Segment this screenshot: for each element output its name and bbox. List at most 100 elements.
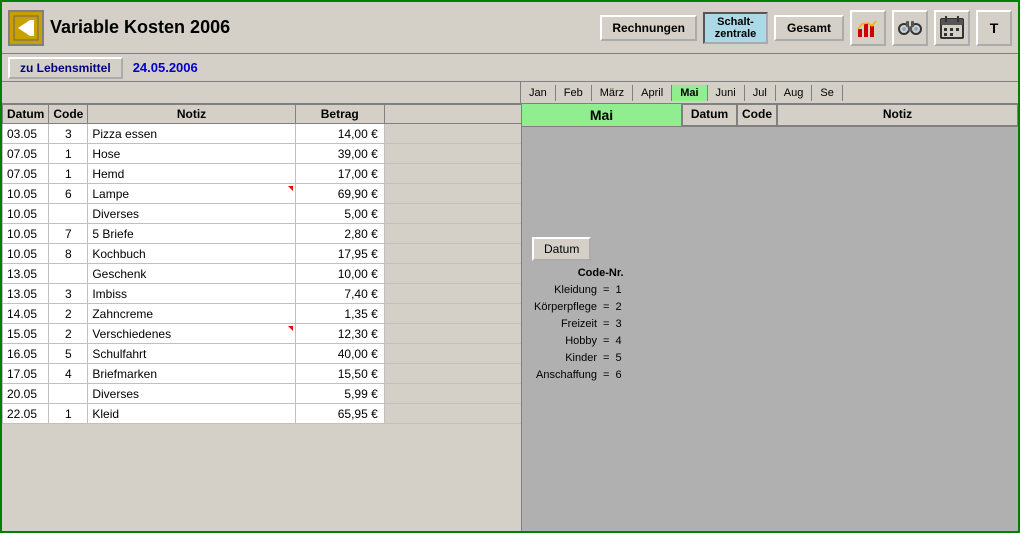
cell-code: 6 <box>49 184 88 204</box>
tab-maerz[interactable]: März <box>592 85 633 101</box>
datum-button[interactable]: Datum <box>532 237 591 261</box>
cell-notiz: Kleid <box>88 404 295 424</box>
cell-code <box>49 384 88 404</box>
current-date: 24.05.2006 <box>133 60 198 75</box>
list-item: Körperpflege=2 <box>532 298 624 315</box>
table-row[interactable]: 10.056Lampe69,90 € <box>3 184 522 204</box>
list-item: Kleidung=1 <box>532 281 624 298</box>
table-row[interactable]: 14.052Zahncreme1,35 € <box>3 304 522 324</box>
table-row[interactable]: 17.054Briefmarken15,50 € <box>3 364 522 384</box>
cell-notiz: Pizza essen <box>88 124 295 144</box>
code-label: Freizeit <box>532 315 599 332</box>
cell-code: 7 <box>49 224 88 244</box>
calendar-icon-button[interactable] <box>934 10 970 46</box>
code-legend: Code-Nr. Kleidung=1Körperpflege=2Freizei… <box>532 267 624 383</box>
cell-empty <box>384 364 521 384</box>
cell-notiz: Diverses <box>88 384 295 404</box>
cell-betrag: 5,00 € <box>295 204 384 224</box>
tab-jan[interactable]: Jan <box>521 85 556 101</box>
cell-betrag: 2,80 € <box>295 224 384 244</box>
table-row[interactable]: 16.055Schulfahrt40,00 € <box>3 344 522 364</box>
code-title: Code-Nr. <box>532 267 624 279</box>
table-row[interactable]: 10.0575 Briefe2,80 € <box>3 224 522 244</box>
cell-code <box>49 204 88 224</box>
cell-datum: 20.05 <box>3 384 49 404</box>
cell-betrag: 15,50 € <box>295 364 384 384</box>
cell-empty <box>384 384 521 404</box>
tab-feb[interactable]: Feb <box>556 85 592 101</box>
cell-code: 1 <box>49 164 88 184</box>
header-betrag: Betrag <box>295 105 384 124</box>
cell-code: 5 <box>49 344 88 364</box>
right-header-notiz: Notiz <box>777 104 1018 126</box>
cell-datum: 22.05 <box>3 404 49 424</box>
table-row[interactable]: 13.053Imbiss7,40 € <box>3 284 522 304</box>
cell-empty <box>384 404 521 424</box>
tab-se[interactable]: Se <box>812 85 842 101</box>
table-row[interactable]: 07.051Hemd17,00 € <box>3 164 522 184</box>
cell-empty <box>384 284 521 304</box>
cell-betrag: 5,99 € <box>295 384 384 404</box>
mai-label: Mai <box>522 104 682 126</box>
list-item: Anschaffung=6 <box>532 366 624 383</box>
tab-april[interactable]: April <box>633 85 672 101</box>
cell-code <box>49 264 88 284</box>
code-num: 3 <box>613 315 623 332</box>
tab-jul[interactable]: Jul <box>745 85 776 101</box>
code-eq: = <box>599 332 613 349</box>
table-row[interactable]: 10.05Diverses5,00 € <box>3 204 522 224</box>
main-content: Datum Code Notiz Betrag 03.053Pizza esse… <box>2 104 1018 531</box>
tab-aug[interactable]: Aug <box>776 85 813 101</box>
cell-empty <box>384 184 521 204</box>
right-panel: Mai Datum Code Notiz Datum Code-Nr. Klei… <box>522 104 1018 531</box>
cell-betrag: 10,00 € <box>295 264 384 284</box>
cell-betrag: 17,00 € <box>295 164 384 184</box>
code-num: 4 <box>613 332 623 349</box>
nav-lebensmittel-button[interactable]: zu Lebensmittel <box>8 57 123 79</box>
cell-notiz: Hose <box>88 144 295 164</box>
list-item: Hobby=4 <box>532 332 624 349</box>
cell-datum: 15.05 <box>3 324 49 344</box>
cell-datum: 13.05 <box>3 284 49 304</box>
table-row[interactable]: 13.05Geschenk10,00 € <box>3 264 522 284</box>
cell-datum: 10.05 <box>3 244 49 264</box>
cell-betrag: 40,00 € <box>295 344 384 364</box>
cell-code: 8 <box>49 244 88 264</box>
toolbar2: zu Lebensmittel 24.05.2006 <box>2 54 1018 82</box>
cell-datum: 07.05 <box>3 164 49 184</box>
code-num: 5 <box>613 349 623 366</box>
chart-icon-button[interactable] <box>850 10 886 46</box>
cell-empty <box>384 144 521 164</box>
table-row[interactable]: 03.053Pizza essen14,00 € <box>3 124 522 144</box>
table-row[interactable]: 20.05 Diverses5,99 € <box>3 384 522 404</box>
rechnungen-button[interactable]: Rechnungen <box>600 15 697 41</box>
table-row[interactable]: 07.051Hose39,00 € <box>3 144 522 164</box>
cell-code: 4 <box>49 364 88 384</box>
table-row[interactable]: 15.052Verschiedenes12,30 € <box>3 324 522 344</box>
table-row[interactable]: 10.058Kochbuch17,95 € <box>3 244 522 264</box>
cell-code: 1 <box>49 404 88 424</box>
cell-code: 2 <box>49 304 88 324</box>
cell-empty <box>384 324 521 344</box>
table-row[interactable]: 22.051Kleid65,95 € <box>3 404 522 424</box>
tab-juni[interactable]: Juni <box>708 85 745 101</box>
header-notiz: Notiz <box>88 105 295 124</box>
left-table-wrap: Datum Code Notiz Betrag 03.053Pizza esse… <box>2 104 522 531</box>
list-item: Kinder=5 <box>532 349 624 366</box>
schaltzentrale-button[interactable]: Schalt- zentrale <box>703 12 768 44</box>
code-eq: = <box>599 349 613 366</box>
right-header-row: Mai Datum Code Notiz <box>522 104 1018 127</box>
cell-datum: 16.05 <box>3 344 49 364</box>
gesamt-button[interactable]: Gesamt <box>774 15 844 41</box>
cell-notiz: Zahncreme <box>88 304 295 324</box>
app-title: Variable Kosten 2006 <box>50 17 594 38</box>
binoculars-icon-button[interactable] <box>892 10 928 46</box>
cell-datum: 03.05 <box>3 124 49 144</box>
cell-code: 3 <box>49 124 88 144</box>
extra-icon-button[interactable]: T <box>976 10 1012 46</box>
month-tabs: Jan Feb März April Mai Juni Jul Aug Se <box>521 82 1018 103</box>
right-panel-body: Datum Code-Nr. Kleidung=1Körperpflege=2F… <box>522 127 1018 531</box>
code-num: 1 <box>613 281 623 298</box>
tab-mai[interactable]: Mai <box>672 85 707 101</box>
cell-datum: 10.05 <box>3 224 49 244</box>
